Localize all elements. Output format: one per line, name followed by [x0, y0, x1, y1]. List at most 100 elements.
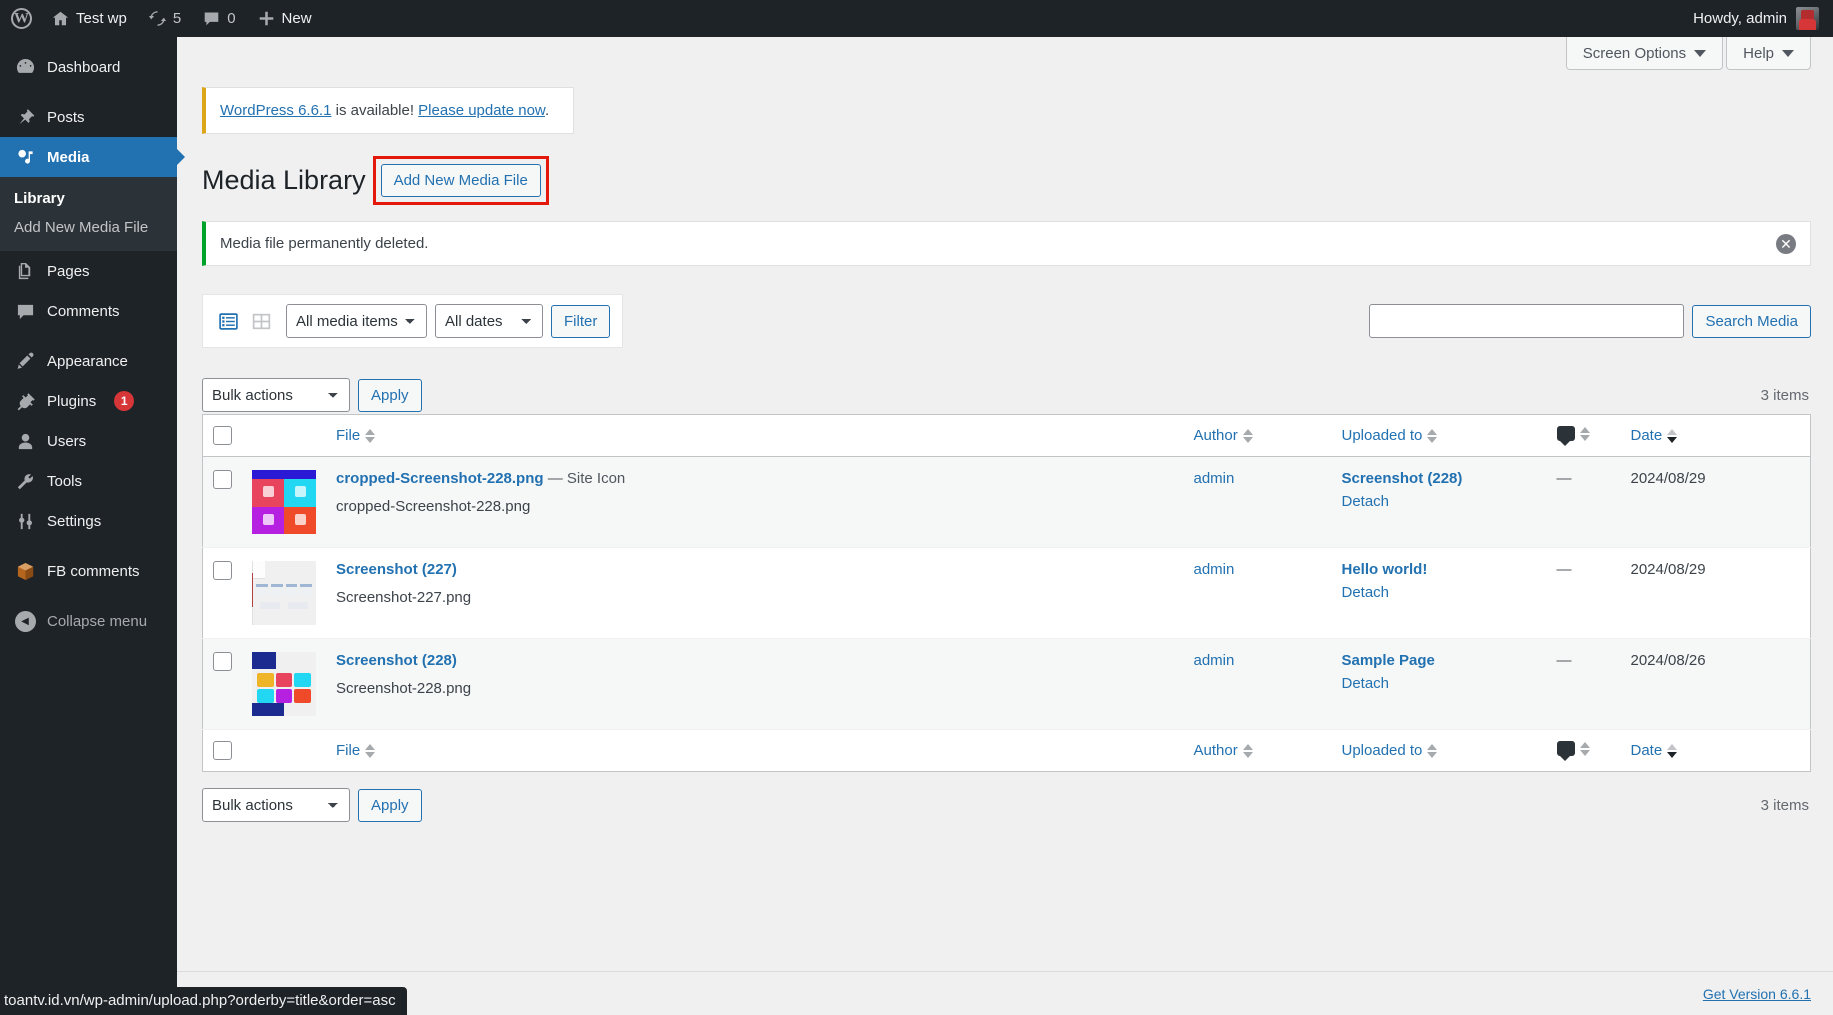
search-media-button[interactable]: Search Media: [1692, 305, 1811, 338]
table-footer-row: File Author Uploaded to: [203, 730, 1811, 772]
comment-bubble-icon: [203, 10, 220, 27]
add-new-media-file-button[interactable]: Add New Media File: [381, 164, 541, 197]
new-content-button[interactable]: New: [247, 0, 323, 37]
bulk-actions-select-top[interactable]: Bulk actions: [202, 378, 350, 412]
site-name-button[interactable]: Test wp: [41, 0, 138, 37]
caret-down-icon: [1782, 50, 1794, 57]
sidebar-item-fb-comments[interactable]: FB comments: [0, 551, 177, 591]
date-filter[interactable]: All dates: [435, 304, 543, 338]
account-menu-button[interactable]: Howdy, admin: [1682, 0, 1833, 37]
apply-button-bottom[interactable]: Apply: [358, 789, 422, 822]
help-tab[interactable]: Help: [1726, 37, 1811, 70]
row-thumbnail-cell: [242, 548, 326, 639]
sidebar-label-plugins: Plugins: [47, 393, 96, 410]
media-type-filter[interactable]: All media items: [286, 304, 427, 338]
select-all-checkbox-bottom[interactable]: [213, 741, 232, 760]
plus-icon: [258, 10, 275, 27]
sidebar-item-comments[interactable]: Comments: [0, 291, 177, 331]
sidebar-item-users[interactable]: Users: [0, 421, 177, 461]
apply-button-top[interactable]: Apply: [358, 379, 422, 412]
sidebar-item-dashboard[interactable]: Dashboard: [0, 47, 177, 87]
sidebar-item-posts[interactable]: Posts: [0, 97, 177, 137]
screen-options-tab[interactable]: Screen Options: [1566, 37, 1723, 70]
comments-footer: [1547, 730, 1621, 772]
row-detach-link[interactable]: Detach: [1342, 493, 1390, 510]
row-title-link[interactable]: cropped-Screenshot-228.png: [336, 470, 544, 487]
row-author-link[interactable]: admin: [1194, 470, 1235, 487]
sort-date-link[interactable]: Date: [1631, 427, 1678, 444]
view-switch: [215, 308, 274, 334]
comments-button[interactable]: 0: [192, 0, 246, 37]
updates-button[interactable]: 5: [138, 0, 192, 37]
updates-icon: [149, 10, 166, 27]
table-row: cropped-Screenshot-228.png — Site Icon c…: [203, 457, 1811, 548]
row-thumbnail-cell: [242, 457, 326, 548]
sort-comments-link[interactable]: [1557, 426, 1590, 441]
author-header: Author: [1184, 415, 1332, 457]
row-parent-link[interactable]: Hello world!: [1342, 561, 1428, 578]
user-icon: [14, 432, 36, 451]
media-table-body: cropped-Screenshot-228.png — Site Icon c…: [203, 457, 1811, 730]
plug-icon: [14, 392, 36, 411]
sort-comments-link-bottom[interactable]: [1557, 741, 1590, 756]
sort-file-link-bottom[interactable]: File: [336, 742, 375, 759]
row-detach-link[interactable]: Detach: [1342, 675, 1390, 692]
row-date-cell: 2024/08/29: [1621, 457, 1811, 548]
row-checkbox[interactable]: [213, 561, 232, 580]
sort-file-link[interactable]: File: [336, 427, 375, 444]
row-parent-link[interactable]: Sample Page: [1342, 652, 1435, 669]
row-title-link[interactable]: Screenshot (228): [336, 652, 457, 669]
icon-footer: [242, 730, 326, 772]
dismiss-icon[interactable]: ✕: [1776, 234, 1796, 254]
row-detach-link[interactable]: Detach: [1342, 584, 1390, 601]
wordpress-version-link[interactable]: WordPress 6.6.1: [220, 102, 331, 119]
row-author-link[interactable]: admin: [1194, 652, 1235, 669]
sort-author-link[interactable]: Author: [1194, 427, 1253, 444]
page-wrap: WordPress 6.6.1 is available! Please upd…: [177, 87, 1833, 824]
tablenav-top: Bulk actions Apply 3 items: [202, 376, 1811, 414]
sidebar-item-tools[interactable]: Tools: [0, 461, 177, 501]
wordpress-logo-button[interactable]: W: [0, 0, 41, 37]
bulk-actions-select-bottom[interactable]: Bulk actions: [202, 788, 350, 822]
sidebar-item-media[interactable]: Media: [0, 137, 177, 177]
sidebar-item-plugins[interactable]: Plugins 1: [0, 381, 177, 421]
submenu-item-add-new-media-file[interactable]: Add New Media File: [0, 213, 177, 242]
cropped-screenshot-thumb[interactable]: [252, 470, 316, 534]
collapse-icon: ◀: [14, 611, 36, 632]
sidebar-label-users: Users: [47, 433, 86, 450]
sort-parent-link-bottom[interactable]: Uploaded to: [1342, 742, 1438, 759]
please-update-now-link[interactable]: Please update now: [418, 102, 545, 119]
sort-date-link-bottom[interactable]: Date: [1631, 742, 1678, 759]
screen-options-label: Screen Options: [1583, 45, 1686, 62]
filter-button[interactable]: Filter: [551, 305, 610, 338]
game-screenshot-thumb[interactable]: [252, 652, 316, 716]
row-title-link[interactable]: Screenshot (227): [336, 561, 457, 578]
sort-author-link-bottom[interactable]: Author: [1194, 742, 1253, 759]
grid-view-icon[interactable]: [248, 308, 274, 334]
media-table-head: File Author Uploaded to: [203, 415, 1811, 457]
submenu-item-library[interactable]: Library: [0, 184, 177, 213]
row-checkbox[interactable]: [213, 652, 232, 671]
get-version-link[interactable]: Get Version 6.6.1: [1703, 986, 1811, 1002]
collapse-menu-button[interactable]: ◀ Collapse menu: [0, 601, 177, 641]
row-parent-link[interactable]: Screenshot (228): [1342, 470, 1463, 487]
icon-header: [242, 415, 326, 457]
parent-footer: Uploaded to: [1332, 730, 1547, 772]
row-checkbox[interactable]: [213, 470, 232, 489]
row-author-link[interactable]: admin: [1194, 561, 1235, 578]
comments-header: [1547, 415, 1621, 457]
select-all-checkbox-top[interactable]: [213, 426, 232, 445]
search-input[interactable]: [1369, 304, 1684, 338]
sort-parent-link[interactable]: Uploaded to: [1342, 427, 1438, 444]
search-box: Search Media: [1369, 304, 1811, 338]
sidebar-item-settings[interactable]: Settings: [0, 501, 177, 541]
dashboard-icon: [14, 58, 36, 77]
sidebar-item-appearance[interactable]: Appearance: [0, 341, 177, 381]
comments-count: 0: [227, 10, 235, 27]
caret-down-icon: [1694, 50, 1706, 57]
howdy-label: Howdy, admin: [1693, 10, 1787, 27]
document-screenshot-thumb[interactable]: [252, 561, 316, 625]
sidebar-item-pages[interactable]: Pages: [0, 251, 177, 291]
list-view-icon[interactable]: [215, 308, 241, 334]
sidebar-label-tools: Tools: [47, 473, 82, 490]
